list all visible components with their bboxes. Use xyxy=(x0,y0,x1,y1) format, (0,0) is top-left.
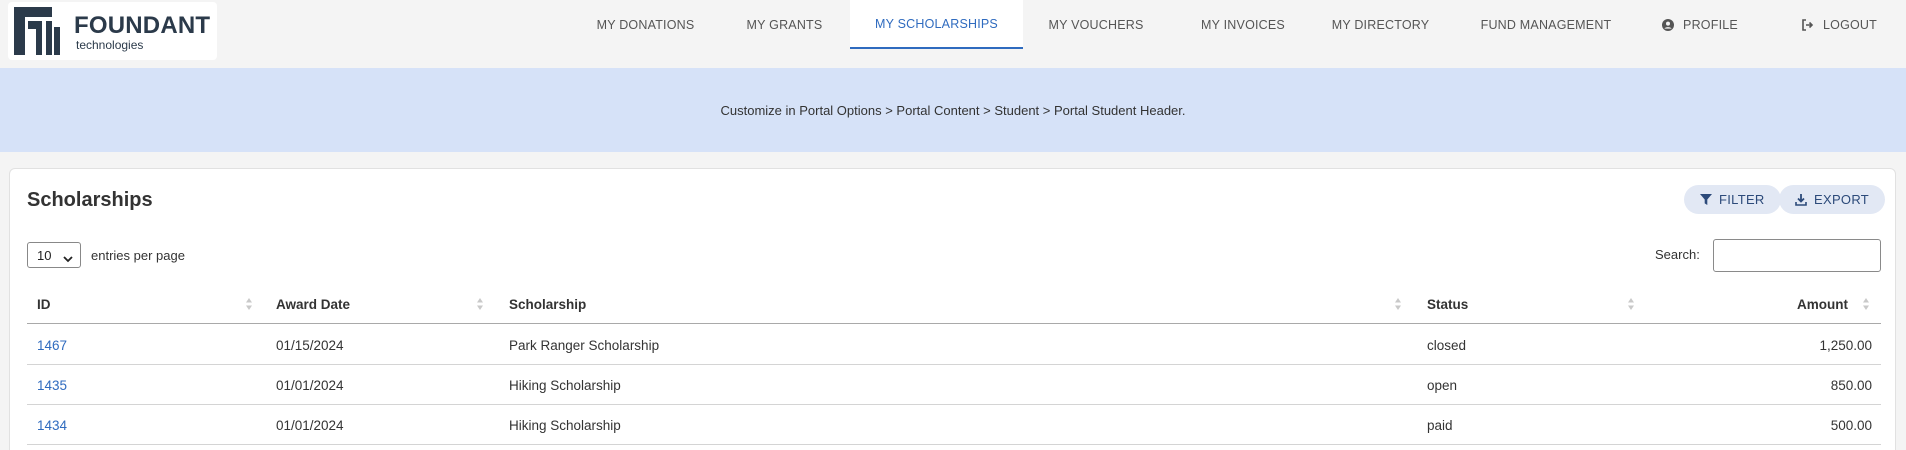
amount-cell: 1,250.00 xyxy=(1819,337,1872,353)
scholarship-id-link[interactable]: 1434 xyxy=(37,405,67,445)
top-navigation-bar: FOUNDANT technologies MY DONATIONS MY GR… xyxy=(0,0,1906,68)
portal-header-banner: Customize in Portal Options > Portal Con… xyxy=(0,68,1906,152)
amount-cell: 850.00 xyxy=(1830,377,1872,393)
nav-my-vouchers[interactable]: MY VOUCHERS xyxy=(1033,0,1159,49)
brand-subtitle: technologies xyxy=(76,38,144,52)
nav-my-scholarships[interactable]: MY SCHOLARSHIPS xyxy=(850,0,1023,49)
sort-icon xyxy=(1627,297,1635,314)
column-header-label: Status xyxy=(1427,296,1469,312)
nav-my-grants[interactable]: MY GRANTS xyxy=(727,0,842,49)
export-label: EXPORT xyxy=(1814,192,1870,207)
column-header-id[interactable]: ID xyxy=(37,284,237,324)
filter-icon xyxy=(1700,194,1712,205)
sort-icon xyxy=(1394,297,1402,314)
column-header-scholarship[interactable]: Scholarship xyxy=(509,284,1009,324)
download-icon xyxy=(1795,193,1807,206)
column-header-status[interactable]: Status xyxy=(1427,284,1607,324)
scholarship-name-cell: Hiking Scholarship xyxy=(509,417,621,433)
nav-profile[interactable]: PROFILE xyxy=(1657,0,1743,49)
status-cell: closed xyxy=(1427,337,1467,353)
award-date-cell: 01/15/2024 xyxy=(276,337,344,353)
scholarship-name-cell: Hiking Scholarship xyxy=(509,377,621,393)
column-header-label: ID xyxy=(37,296,51,312)
column-header-label: Scholarship xyxy=(509,296,587,312)
table-header: ID Award Date Scholarship Status Amount xyxy=(27,284,1881,324)
nav-label: MY INVOICES xyxy=(1201,17,1285,32)
status-cell: open xyxy=(1427,377,1458,393)
search-label: Search: xyxy=(1655,247,1700,262)
nav-my-donations[interactable]: MY DONATIONS xyxy=(578,0,713,49)
search-input[interactable] xyxy=(1713,239,1881,272)
table-row: 1434 01/01/2024 Hiking Scholarship paid … xyxy=(27,405,1881,445)
banner-text: Customize in Portal Options > Portal Con… xyxy=(720,102,1186,118)
nav-label: FUND MANAGEMENT xyxy=(1480,17,1612,32)
award-date-cell: 01/01/2024 xyxy=(276,377,344,393)
nav-my-invoices[interactable]: MY INVOICES xyxy=(1184,0,1302,49)
column-header-label: Amount xyxy=(1797,296,1848,312)
filter-label: FILTER xyxy=(1719,192,1765,207)
foundant-logo[interactable]: FOUNDANT technologies xyxy=(8,2,217,60)
filter-button[interactable]: FILTER xyxy=(1684,185,1781,214)
brand-name: FOUNDANT xyxy=(74,12,211,39)
nav-label: MY GRANTS xyxy=(746,17,823,32)
column-header-award-date[interactable]: Award Date xyxy=(276,284,456,324)
scholarship-id-link[interactable]: 1467 xyxy=(37,325,67,365)
logout-icon xyxy=(1801,18,1814,31)
nav-label: LOGOUT xyxy=(1823,17,1877,32)
nav-label: PROFILE xyxy=(1683,17,1738,32)
status-cell: paid xyxy=(1427,417,1453,433)
chevron-down-icon xyxy=(63,251,73,266)
scholarships-card: Scholarships FILTER EXPORT 10 entries pe… xyxy=(9,168,1896,450)
column-header-amount[interactable]: Amount xyxy=(1687,284,1848,324)
table-row: 1435 01/01/2024 Hiking Scholarship open … xyxy=(27,365,1881,405)
user-circle-icon xyxy=(1662,18,1675,31)
page-title: Scholarships xyxy=(27,189,153,211)
column-header-label: Award Date xyxy=(276,296,351,312)
sort-icon xyxy=(1862,297,1870,314)
nav-label: MY DIRECTORY xyxy=(1331,17,1430,32)
scholarship-name-cell: Park Ranger Scholarship xyxy=(509,337,660,353)
entries-value: 10 xyxy=(37,247,52,263)
nav-logout[interactable]: LOGOUT xyxy=(1797,0,1881,49)
foundant-logo-mark-icon xyxy=(14,7,60,55)
export-button[interactable]: EXPORT xyxy=(1779,185,1886,214)
nav-label: MY DONATIONS xyxy=(596,17,695,32)
nav-fund-management[interactable]: FUND MANAGEMENT xyxy=(1474,0,1618,49)
sort-icon xyxy=(476,297,484,314)
nav-label: MY VOUCHERS xyxy=(1048,17,1144,32)
nav-label: MY SCHOLARSHIPS xyxy=(875,16,998,31)
amount-cell: 500.00 xyxy=(1830,417,1872,433)
scholarship-id-link[interactable]: 1435 xyxy=(37,365,67,405)
table-row: 1467 01/15/2024 Park Ranger Scholarship … xyxy=(27,325,1881,365)
entries-per-page-label: entries per page xyxy=(91,248,185,263)
entries-per-page-select[interactable]: 10 xyxy=(27,242,81,268)
sort-icon xyxy=(245,297,253,314)
award-date-cell: 01/01/2024 xyxy=(276,417,344,433)
nav-my-directory[interactable]: MY DIRECTORY xyxy=(1326,0,1435,49)
